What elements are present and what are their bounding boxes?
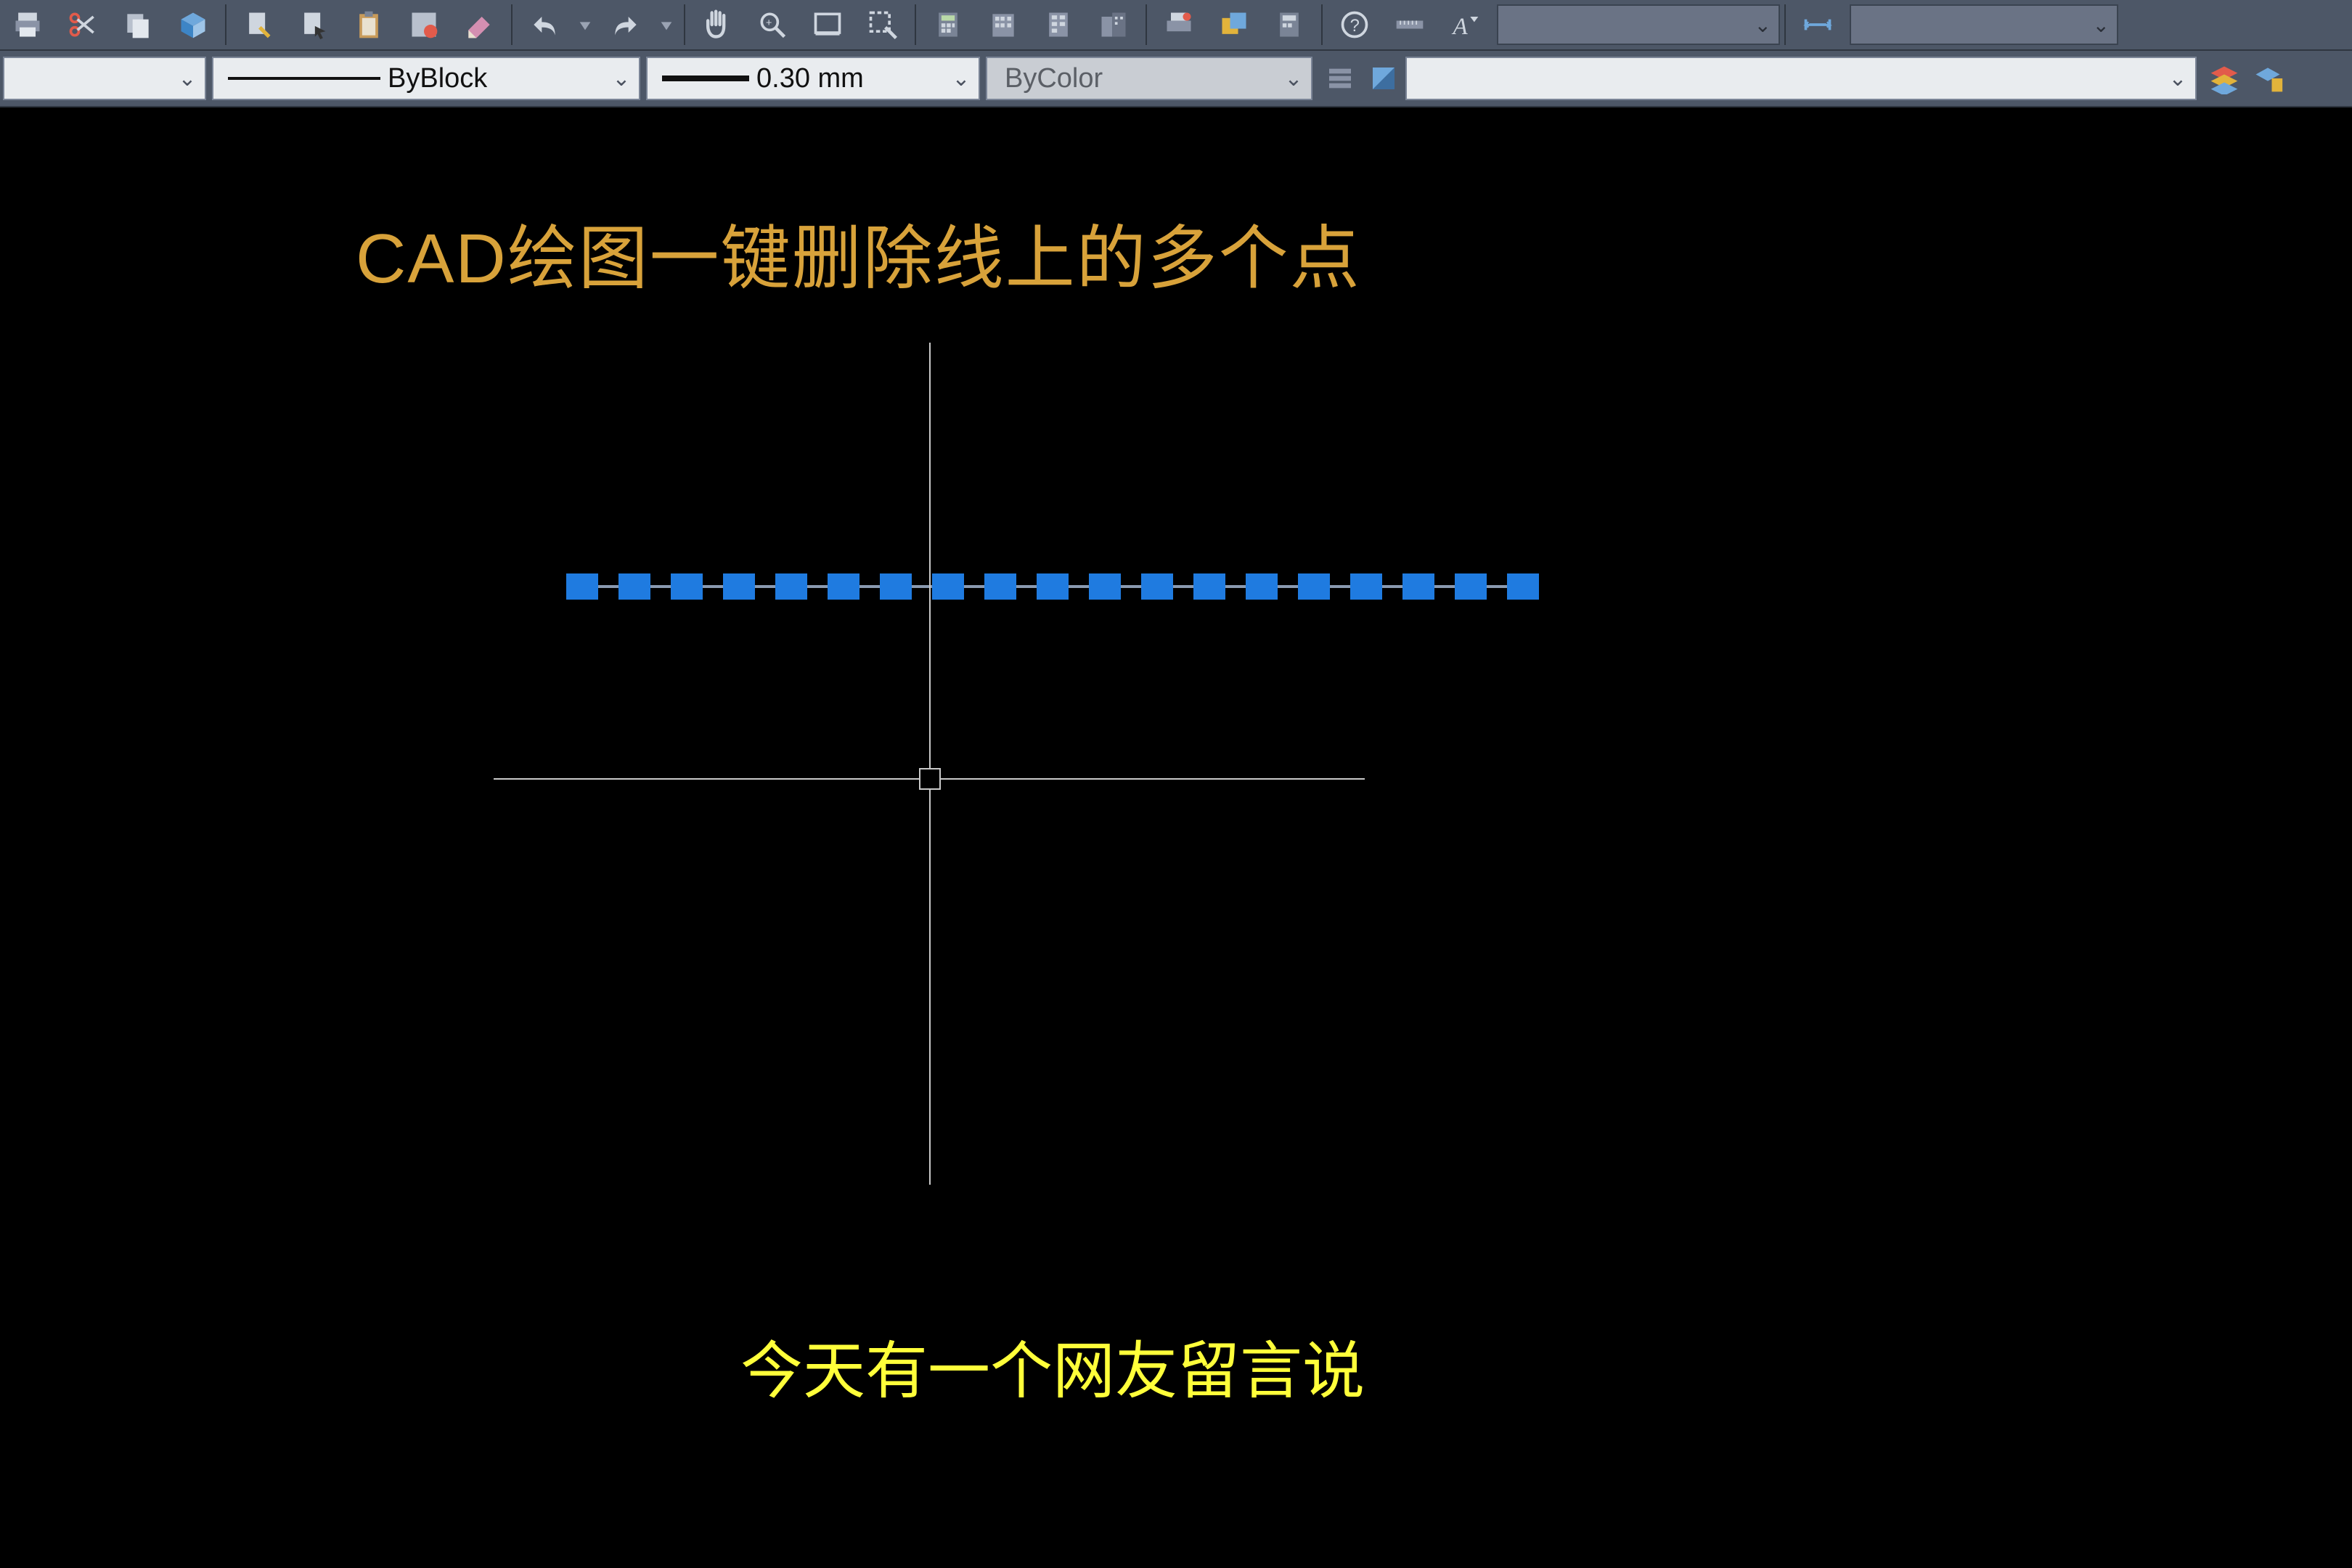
grip-point[interactable] xyxy=(723,573,755,600)
annotation-style-dropdown[interactable]: ⌄ xyxy=(1497,4,1780,45)
plotstyle-dropdown[interactable]: ByColor ⌄ xyxy=(986,57,1312,100)
svg-text:A: A xyxy=(1452,14,1469,40)
pan-icon[interactable] xyxy=(693,3,742,46)
chevron-down-icon: ⌄ xyxy=(1755,13,1771,37)
zoom-select-icon[interactable] xyxy=(858,3,907,46)
redo-dropdown-icon[interactable] xyxy=(656,3,677,46)
ruler-icon[interactable] xyxy=(1385,3,1434,46)
color-dropdown[interactable]: ⌄ xyxy=(3,57,206,100)
toolbar-separator xyxy=(684,4,685,45)
overlay-icon[interactable] xyxy=(1209,3,1259,46)
linetype-label: ByBlock xyxy=(380,63,497,94)
grip-point[interactable] xyxy=(1089,573,1121,600)
toolbar-separator xyxy=(1321,4,1323,45)
calc2-icon[interactable] xyxy=(1265,3,1314,46)
list-panel-icon[interactable] xyxy=(1321,57,1359,100)
crosshair-vertical xyxy=(929,343,931,1185)
gradient-panel-icon[interactable] xyxy=(1365,57,1402,100)
cube-icon[interactable] xyxy=(168,3,218,46)
toolbar-separator xyxy=(915,4,916,45)
grip-point[interactable] xyxy=(566,573,598,600)
lineweight-label: 0.30 mm xyxy=(749,63,874,94)
grip-point[interactable] xyxy=(932,573,964,600)
text-style-icon[interactable]: A xyxy=(1440,3,1490,46)
undo-icon[interactable] xyxy=(520,3,569,46)
chevron-down-icon: ⌄ xyxy=(170,66,205,91)
chevron-down-icon: ⌄ xyxy=(2160,66,2195,91)
svg-text:?: ? xyxy=(1350,16,1360,36)
layer-dropdown[interactable]: ⌄ xyxy=(1405,57,2197,100)
grip-point[interactable] xyxy=(1037,573,1069,600)
drawing-title: CAD绘图一键删除线上的多个点 xyxy=(356,202,1361,303)
mark-box-icon[interactable] xyxy=(399,3,449,46)
chevron-down-icon: ⌄ xyxy=(2093,13,2110,37)
svg-text:+: + xyxy=(766,17,772,29)
grip-point[interactable] xyxy=(1193,573,1225,600)
grip-point[interactable] xyxy=(828,573,859,600)
toolbar-separator xyxy=(225,4,226,45)
zoom-window-icon[interactable] xyxy=(803,3,852,46)
copy-icon[interactable] xyxy=(113,3,163,46)
grip-point[interactable] xyxy=(880,573,912,600)
building1-icon[interactable] xyxy=(979,3,1028,46)
main-toolbar: + ? A ⌄ ⌄ xyxy=(0,0,2352,51)
plotstyle-label: ByColor xyxy=(987,63,1113,94)
grip-point[interactable] xyxy=(1350,573,1382,600)
grip-point[interactable] xyxy=(1246,573,1278,600)
grip-point[interactable] xyxy=(775,573,807,600)
grip-point[interactable] xyxy=(1402,573,1434,600)
layer-state-icon[interactable] xyxy=(2249,57,2287,100)
grip-point[interactable] xyxy=(1455,573,1487,600)
eraser-icon[interactable] xyxy=(454,3,504,46)
help-icon[interactable]: ? xyxy=(1330,3,1379,46)
toolbar-separator xyxy=(1146,4,1147,45)
chevron-down-icon: ⌄ xyxy=(604,66,639,91)
chevron-down-icon: ⌄ xyxy=(1276,66,1311,91)
linetype-dropdown[interactable]: ByBlock ⌄ xyxy=(212,57,640,100)
redo-icon[interactable] xyxy=(601,3,650,46)
grip-point[interactable] xyxy=(618,573,650,600)
grip-point[interactable] xyxy=(984,573,1016,600)
print-icon[interactable] xyxy=(3,3,52,46)
scissors-icon[interactable] xyxy=(58,3,107,46)
chevron-down-icon: ⌄ xyxy=(944,66,979,91)
selected-polyline[interactable] xyxy=(566,572,1539,601)
clipboard-icon[interactable] xyxy=(344,3,393,46)
undo-dropdown-icon[interactable] xyxy=(575,3,595,46)
dim-style-dropdown[interactable]: ⌄ xyxy=(1850,4,2118,45)
lineweight-dropdown[interactable]: 0.30 mm ⌄ xyxy=(646,57,980,100)
grip-point[interactable] xyxy=(1141,573,1173,600)
properties-toolbar: ⌄ ByBlock ⌄ 0.30 mm ⌄ ByColor ⌄ ⌄ xyxy=(0,51,2352,107)
edit-doc-icon[interactable] xyxy=(234,3,283,46)
toolbar-separator xyxy=(511,4,513,45)
cursor-pickbox xyxy=(919,768,941,790)
grip-point[interactable] xyxy=(671,573,703,600)
caption-text: 今天有一个网友留言说 xyxy=(740,1320,1365,1410)
building3-icon[interactable] xyxy=(1089,3,1138,46)
zoom-extents-icon[interactable]: + xyxy=(748,3,797,46)
print2-icon[interactable] xyxy=(1154,3,1204,46)
doc-cursor-icon[interactable] xyxy=(289,3,338,46)
building2-icon[interactable] xyxy=(1034,3,1083,46)
dimension-icon[interactable] xyxy=(1793,3,1842,46)
layers-stack-icon[interactable] xyxy=(2205,57,2243,100)
drawing-canvas[interactable]: CAD绘图一键删除线上的多个点 今天有一个网友留言说 xyxy=(0,107,2352,1568)
grip-point[interactable] xyxy=(1298,573,1330,600)
grip-point[interactable] xyxy=(1507,573,1539,600)
calc-icon[interactable] xyxy=(923,3,973,46)
toolbar-separator xyxy=(1784,4,1786,45)
